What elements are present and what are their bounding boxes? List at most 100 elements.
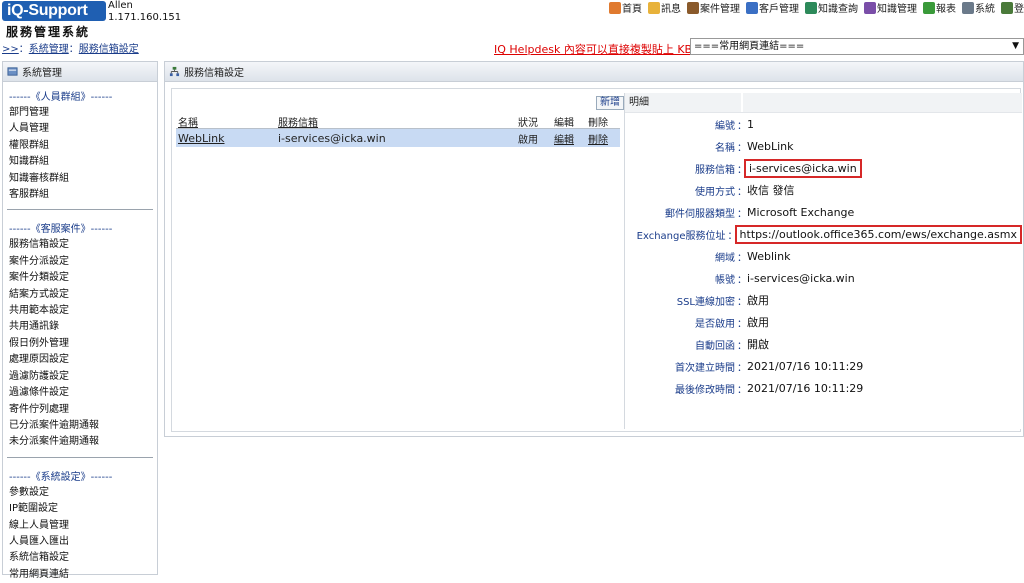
col-delete-header: 刪除 [588, 118, 608, 129]
nav-label: 知識管理 [877, 4, 917, 15]
sidebar-item[interactable]: 案件分類設定 [9, 270, 151, 286]
detail-row: 名稱： WebLink [625, 135, 1022, 157]
detail-label: 帳號 [715, 274, 735, 286]
sidebar-item[interactable]: 客服群組 [9, 187, 151, 203]
sidebar-item[interactable]: 共用通訊錄 [9, 319, 151, 335]
sidebar-item[interactable]: 案件分派設定 [9, 254, 151, 270]
sidebar-item[interactable]: 人員匯入匯出 [9, 534, 151, 550]
quick-links-select[interactable]: ===常用網頁連結=== ▼ [690, 38, 1024, 55]
detail-value-cell: WebLink [743, 140, 794, 153]
nav-item-logout[interactable]: 登 [1001, 0, 1024, 15]
nav-item-search[interactable]: 知識查詢 [805, 0, 858, 15]
detail-label: 名稱 [715, 142, 735, 154]
sidebar-item[interactable]: IP範圍設定 [9, 501, 151, 517]
system-name: 服務管理系統 [6, 25, 91, 39]
book-icon [864, 1, 876, 14]
list-header-row: 名稱 服務信箱 狀況 編輯 刪除 [176, 115, 620, 129]
report-icon [923, 1, 935, 14]
breadcrumb-level1[interactable]: 系統管理 [29, 44, 69, 55]
sidebar-item[interactable]: 過濾條件設定 [9, 385, 151, 401]
nav-item-report[interactable]: 報表 [923, 0, 956, 15]
detail-label: 編號 [715, 120, 735, 132]
sidebar-item[interactable]: 未分派案件逾期通報 [9, 434, 151, 450]
breadcrumb-separator-2: ： [68, 44, 79, 55]
detail-value: 1 [747, 117, 754, 131]
sidebar-groups: ------《人員群組》------ 部門管理 人員管理 權限群組 知識群組 知識審核群組… [3, 82, 157, 583]
logo: iQ-Support [2, 1, 106, 21]
detail-row: 帳號： i-services@icka.win [625, 267, 1022, 289]
sidebar-item[interactable]: 權限群組 [9, 138, 151, 154]
sidebar-item[interactable]: 處理原因設定 [9, 352, 151, 368]
detail-fields: 編號： 1 名稱： WebLink 服務信箱： i-services@icka.win 使用… [625, 113, 1022, 399]
sidebar-group: ------《客服案件》------ 服務信箱設定 案件分派設定 案件分類設定 結案方式… [3, 214, 157, 450]
nav-item-home[interactable]: 首頁 [609, 0, 642, 15]
sidebar-item[interactable]: 寄件佇列處理 [9, 402, 151, 418]
detail-row: 郵件伺服器類型： Microsoft Exchange [625, 201, 1022, 223]
sidebar-group: ------《人員群組》------ 部門管理 人員管理 權限群組 知識群組 知識審核群組… [3, 82, 157, 203]
sidebar-item[interactable]: 知識群組 [9, 154, 151, 170]
system-icon [962, 1, 974, 14]
detail-value: 啟用 [747, 294, 769, 307]
add-button[interactable]: 新增 [596, 96, 624, 110]
sidebar-item[interactable]: 過濾防護設定 [9, 369, 151, 385]
nav-item-mail[interactable]: 訊息 [648, 0, 681, 15]
divider [7, 209, 153, 211]
row-mailbox: i-services@icka.win [278, 131, 386, 145]
detail-value-cell: 啟用 [743, 292, 769, 308]
home-icon [609, 1, 621, 14]
row-name-link[interactable]: WebLink [176, 132, 278, 145]
sidebar-item[interactable]: 結案方式設定 [9, 287, 151, 303]
detail-row: 網域： Weblink [625, 245, 1022, 267]
detail-value-cell: 2021/07/16 10:11:29 [743, 382, 863, 395]
sidebar-item[interactable]: 人員管理 [9, 121, 151, 137]
detail-value-cell: 開啟 [743, 336, 769, 352]
detail-row: 是否啟用：啟用 [625, 311, 1022, 333]
breadcrumb-level2[interactable]: 服務信箱設定 [79, 44, 139, 55]
sidebar-item[interactable]: 知識審核群組 [9, 171, 151, 187]
row-status: 啟用 [518, 134, 538, 146]
detail-value: i-services@icka.win [747, 271, 855, 285]
sidebar-item[interactable]: 常用網頁連結 [9, 567, 151, 583]
detail-value-highlighted: https://outlook.office365.com/ews/exchan… [734, 224, 1022, 244]
breadcrumb: >>：系統管理：服務信箱設定 [2, 40, 139, 55]
detail-row: 自動回函：開啟 [625, 333, 1022, 355]
detail-value: 收信 發信 [747, 184, 795, 197]
detail-label: 郵件伺服器類型 [665, 208, 735, 220]
detail-header: 明細 [625, 93, 1022, 113]
sidebar-header: 系統管理 [3, 62, 157, 82]
quick-links-selected: ===常用網頁連結=== [694, 41, 805, 52]
detail-value: 啟用 [747, 316, 769, 329]
detail-value: 開啟 [747, 338, 769, 351]
sidebar-item[interactable]: 線上人員管理 [9, 518, 151, 534]
col-mailbox-header[interactable]: 服務信箱 [278, 114, 518, 129]
sidebar-item[interactable]: 共用範本設定 [9, 303, 151, 319]
sidebar-item[interactable]: 系統信箱設定 [9, 550, 151, 566]
detail-value-cell: 啟用 [743, 314, 769, 330]
sidebar-item[interactable]: 參數設定 [9, 485, 151, 501]
detail-row: SSL連線加密：啟用 [625, 289, 1022, 311]
col-name-header[interactable]: 名稱 [176, 114, 278, 129]
kb-link[interactable]: IQ Helpdesk 內容可以直接複製貼上 KB [494, 41, 692, 57]
detail-value: Weblink [747, 249, 791, 263]
detail-value-cell: i-services@icka.win [743, 158, 862, 178]
nav-label: 知識查詢 [818, 4, 858, 15]
table-row[interactable]: WebLink i-services@icka.win 啟用 編輯 刪除 [176, 129, 620, 147]
breadcrumb-separator: ： [18, 44, 29, 55]
sidebar-item[interactable]: 部門管理 [9, 105, 151, 121]
sidebar-item[interactable]: 服務信箱設定 [9, 237, 151, 253]
row-delete-link[interactable]: 刪除 [588, 131, 618, 146]
detail-value-cell: https://outlook.office365.com/ews/exchan… [734, 224, 1022, 244]
row-edit-link[interactable]: 編輯 [554, 131, 588, 146]
sidebar-group-title: ------《系統設定》------ [9, 471, 113, 483]
sidebar-group-title: ------《人員群組》------ [9, 92, 113, 103]
sidebar-item[interactable]: 已分派案件逾期通報 [9, 418, 151, 434]
nav-label: 案件管理 [700, 4, 740, 15]
sidebar-item[interactable]: 假日例外管理 [9, 336, 151, 352]
nav-item-customer[interactable]: 客戶管理 [746, 0, 799, 15]
nav-item-book[interactable]: 知識管理 [864, 0, 917, 15]
nav-item-system[interactable]: 系統 [962, 0, 995, 15]
main-panel: 服務信箱設定 新增 名稱 服務信箱 狀況 編輯 刪除 WebLink i-ser… [164, 61, 1024, 437]
breadcrumb-home[interactable]: >> [2, 44, 19, 55]
sidebar-group: ------《系統設定》------ 參數設定 IP範圍設定 線上人員管理 人員匯入匯出… [3, 462, 157, 583]
nav-item-case[interactable]: 案件管理 [687, 0, 740, 15]
